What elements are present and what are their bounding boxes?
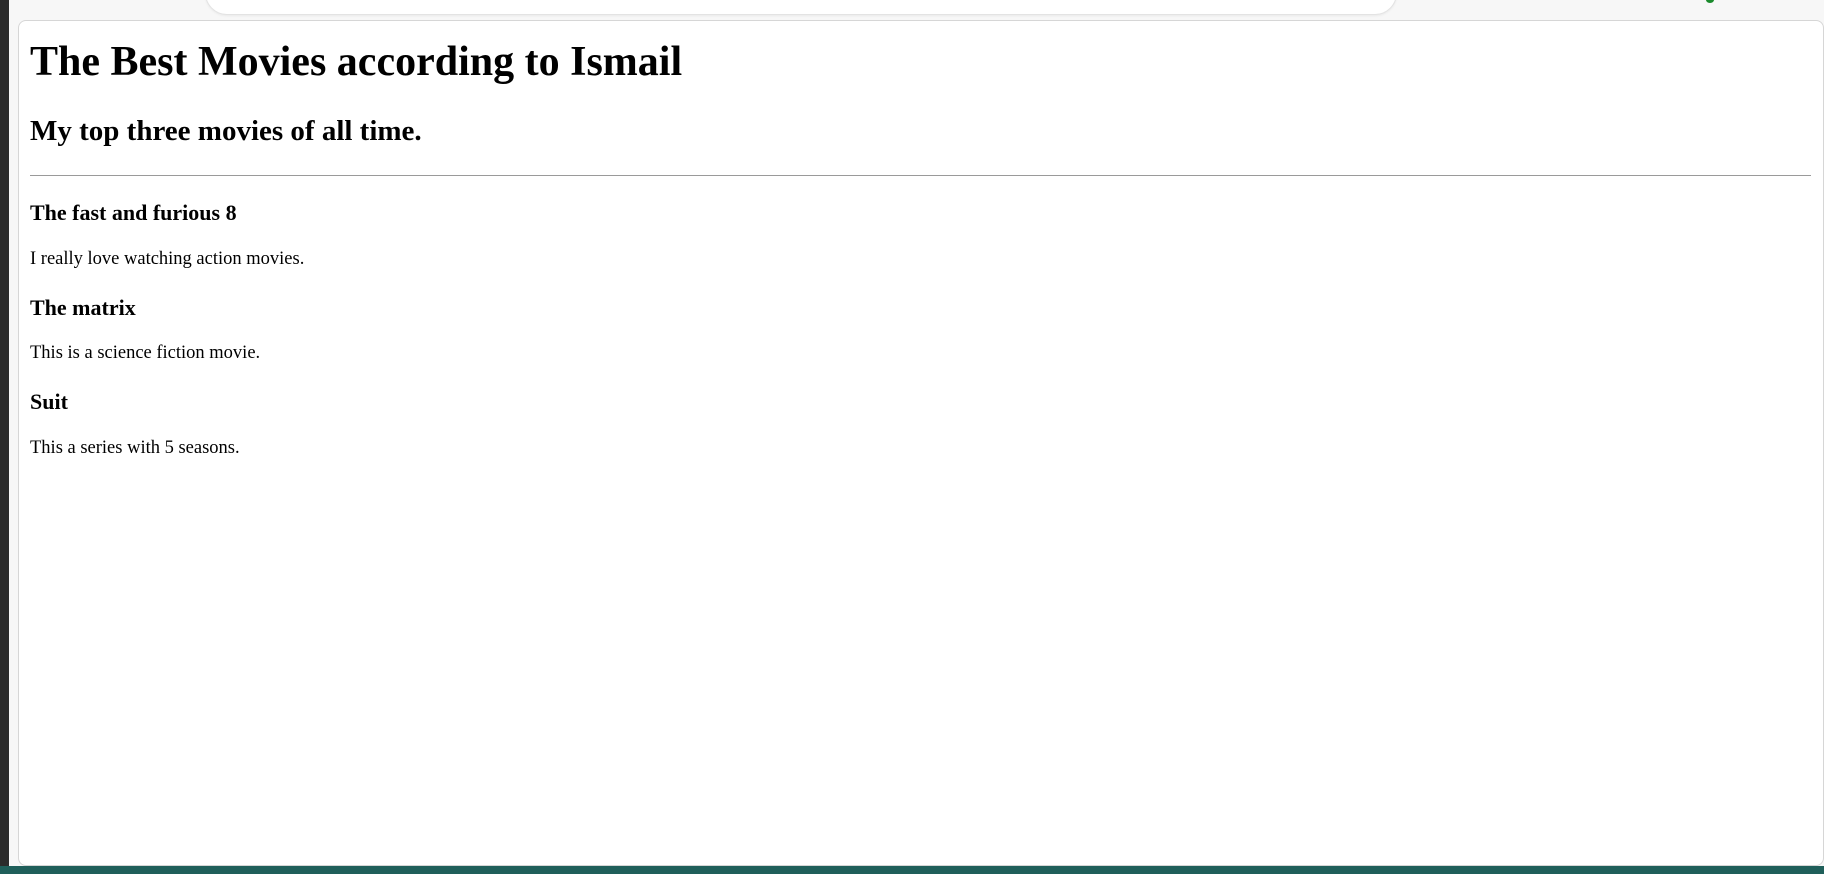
- movie-title: The matrix: [30, 294, 136, 320]
- movie-description: This is a science fiction movie.: [30, 343, 261, 364]
- page-content: The Best Movies according to Ismail My t…: [19, 21, 1823, 460]
- movie-item: The matrix This is a science fiction mov…: [30, 294, 1811, 366]
- movie-title: The fast and furious 8: [30, 200, 237, 226]
- movie-item: Suit This a series with 5 seasons.: [30, 388, 1811, 460]
- page-title: The Best Movies according to Ismail: [30, 39, 683, 85]
- movie-title: Suit: [30, 389, 68, 415]
- movie-description: This a series with 5 seasons.: [30, 437, 240, 458]
- movie-item: The fast and furious 8 I really love wat…: [30, 199, 1811, 271]
- browser-address-bar[interactable]: [205, 0, 1397, 15]
- page-subtitle: My top three movies of all time.: [30, 115, 422, 148]
- taskbar: [0, 866, 1824, 874]
- desktop-edge: [0, 0, 9, 874]
- browser-viewport: The Best Movies according to Ismail My t…: [18, 20, 1824, 866]
- movie-description: I really love watching action movies.: [30, 248, 305, 269]
- divider: [30, 175, 1811, 177]
- status-indicator-icon: [1706, 0, 1714, 3]
